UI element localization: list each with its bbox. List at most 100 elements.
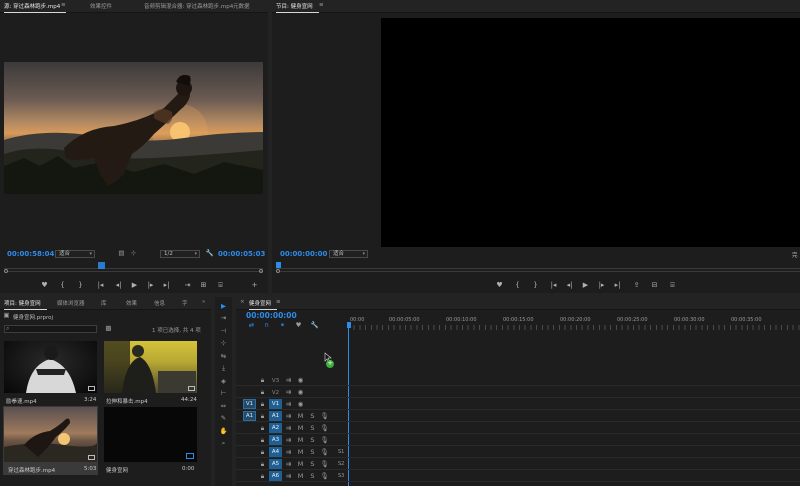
lock-a3-icon[interactable]: 🔒︎	[258, 436, 267, 445]
program-step-forward-icon[interactable]: |▸	[597, 281, 606, 290]
program-tab-menu-icon[interactable]: ≡	[319, 2, 324, 8]
overwrite-button-icon[interactable]: ⊞	[199, 281, 208, 290]
sync-lock-a4-icon[interactable]: ⇉	[284, 448, 293, 457]
clip-thumb-3[interactable]	[4, 407, 97, 462]
mark-in-icon[interactable]: {	[58, 281, 67, 290]
play-icon[interactable]: ▶	[130, 281, 139, 290]
tab-project[interactable]: 项目: 健身宣网	[4, 299, 47, 310]
project-search-input[interactable]: ⌕	[4, 325, 97, 333]
source-timecode-left[interactable]: 00:00:58:04	[7, 250, 54, 258]
tab-effect-controls[interactable]: 效果控件	[90, 2, 112, 10]
tab-info[interactable]: 信息	[154, 299, 165, 307]
program-timecode[interactable]: 00:00:00:00	[280, 250, 327, 258]
track-name-v1[interactable]: V1	[269, 399, 282, 409]
lock-a2-icon[interactable]: 🔒︎	[258, 424, 267, 433]
program-resolution-cut[interactable]: 完	[792, 251, 798, 259]
solo-a4-button[interactable]: S	[308, 448, 317, 457]
timeline-timecode[interactable]: 00:00:00:00	[246, 311, 297, 320]
solo-a5-button[interactable]: S	[308, 460, 317, 469]
track-name-a6[interactable]: A6	[269, 471, 282, 481]
timeline-close-icon[interactable]: ×	[240, 299, 245, 305]
extract-icon[interactable]: ⊟	[650, 281, 659, 290]
timeline-ruler[interactable]: 00:00 00:00:05:00 00:00:10:00 00:00:15:0…	[348, 314, 800, 334]
lock-a5-icon[interactable]: 🔒︎	[258, 460, 267, 469]
eye-v2-icon[interactable]: ◉	[296, 388, 305, 397]
slip-tool-icon[interactable]: ⊢	[219, 389, 228, 398]
lift-icon[interactable]: ⇪	[632, 281, 641, 290]
sync-lock-a3-icon[interactable]: ⇉	[284, 436, 293, 445]
program-go-to-out-icon[interactable]: ▸|	[613, 281, 622, 290]
mic-a1-icon[interactable]: 🎙︎	[320, 412, 329, 421]
track-name-a1[interactable]: A1	[269, 411, 282, 421]
hand-tool-icon[interactable]: ✋	[219, 427, 228, 436]
ripple-edit-tool-icon[interactable]: ⊣	[219, 327, 228, 336]
go-to-in-icon[interactable]: |◂	[96, 281, 105, 290]
rate-stretch-tool-icon[interactable]: ⇆	[219, 352, 228, 361]
mic-a4-icon[interactable]: 🎙︎	[320, 448, 329, 457]
mic-a6-icon[interactable]: 🎙︎	[320, 472, 329, 481]
sync-lock-v2-icon[interactable]: ⇉	[284, 388, 293, 397]
mic-a5-icon[interactable]: 🎙︎	[320, 460, 329, 469]
razor-tool-icon[interactable]: ◈	[219, 377, 228, 386]
program-zoom-bar[interactable]	[276, 269, 800, 274]
linked-selection-icon[interactable]: ⚭	[278, 321, 287, 330]
tab-sequence[interactable]: 健身宣网	[249, 299, 278, 310]
mic-a2-icon[interactable]: 🎙︎	[320, 424, 329, 433]
solo-a2-button[interactable]: S	[308, 424, 317, 433]
source-zoom-bar[interactable]	[4, 269, 263, 274]
sync-lock-a2-icon[interactable]: ⇉	[284, 424, 293, 433]
tab-program[interactable]: 节目: 健身宣网	[276, 2, 319, 13]
program-export-frame-icon[interactable]: ⌸	[668, 281, 677, 290]
add-marker-icon[interactable]: ♥	[294, 321, 303, 330]
track-name-a2[interactable]: A2	[269, 423, 282, 433]
lock-a6-icon[interactable]: 🔒︎	[258, 472, 267, 481]
program-step-back-icon[interactable]: ◂|	[565, 281, 574, 290]
mute-a3-button[interactable]: M	[296, 436, 305, 445]
mute-a4-button[interactable]: M	[296, 448, 305, 457]
source-patch-v3[interactable]	[243, 376, 256, 386]
tab-metadata[interactable]: 元数据	[233, 2, 250, 10]
tab-effects[interactable]: 效果	[126, 299, 137, 307]
track-name-v3[interactable]: V3	[269, 376, 282, 386]
mark-out-icon[interactable]: }	[76, 281, 85, 290]
source-playhead-marker[interactable]	[98, 262, 105, 269]
safe-margins-icon[interactable]: ▤	[117, 249, 126, 258]
mute-a5-button[interactable]: M	[296, 460, 305, 469]
mic-a3-icon[interactable]: 🎙︎	[320, 436, 329, 445]
eye-v1-icon[interactable]: ◉	[296, 400, 305, 409]
pen-tool-icon[interactable]: ✎	[219, 414, 228, 423]
step-forward-icon[interactable]: |▸	[146, 281, 155, 290]
insert-icon[interactable]: ⊹	[129, 249, 138, 258]
solo-a3-button[interactable]: S	[308, 436, 317, 445]
export-frame-icon[interactable]: ⌸	[216, 281, 225, 290]
track-name-a3[interactable]: A3	[269, 435, 282, 445]
step-back-icon[interactable]: ◂|	[114, 281, 123, 290]
source-zoom-handle-right[interactable]	[259, 269, 263, 273]
timeline-tab-menu-icon[interactable]: ≡	[276, 299, 281, 305]
insert-button-icon[interactable]: ⇥	[183, 281, 192, 290]
more-tabs-icon[interactable]: »	[202, 299, 205, 305]
sync-lock-a1-icon[interactable]: ⇉	[284, 412, 293, 421]
program-video-frame[interactable]	[381, 18, 800, 247]
slide-tool-icon[interactable]: ⇔	[219, 402, 228, 411]
solo-a6-button[interactable]: S	[308, 472, 317, 481]
wrench-icon[interactable]: 🔧	[205, 249, 214, 258]
lock-a4-icon[interactable]: 🔒︎	[258, 448, 267, 457]
tab-audio-clip-mixer[interactable]: 音频剪辑混合器: 穿过森林跑步.mp4	[144, 2, 233, 10]
track-name-a5[interactable]: A5	[269, 459, 282, 469]
track-name-v2[interactable]: V2	[269, 388, 282, 398]
lock-v3-icon[interactable]: 🔒︎	[258, 376, 267, 385]
selection-tool-icon[interactable]: ▶	[219, 302, 228, 311]
sync-lock-a5-icon[interactable]: ⇉	[284, 460, 293, 469]
snap-icon[interactable]: ∩	[262, 321, 271, 330]
mute-a2-button[interactable]: M	[296, 424, 305, 433]
source-zoom-handle-left[interactable]	[4, 269, 8, 273]
program-marker-icon[interactable]: ♥	[495, 281, 504, 290]
program-fit-select[interactable]: 适合	[329, 250, 368, 258]
clip-thumb-2[interactable]	[104, 341, 197, 393]
program-playhead-marker[interactable]	[276, 262, 281, 268]
lock-v1-icon[interactable]: 🔒︎	[258, 400, 267, 409]
source-tab-menu-icon[interactable]: ≡	[61, 2, 66, 8]
zoom-tool-icon[interactable]: ⌕	[219, 439, 228, 448]
program-mark-out-icon[interactable]: }	[531, 281, 540, 290]
